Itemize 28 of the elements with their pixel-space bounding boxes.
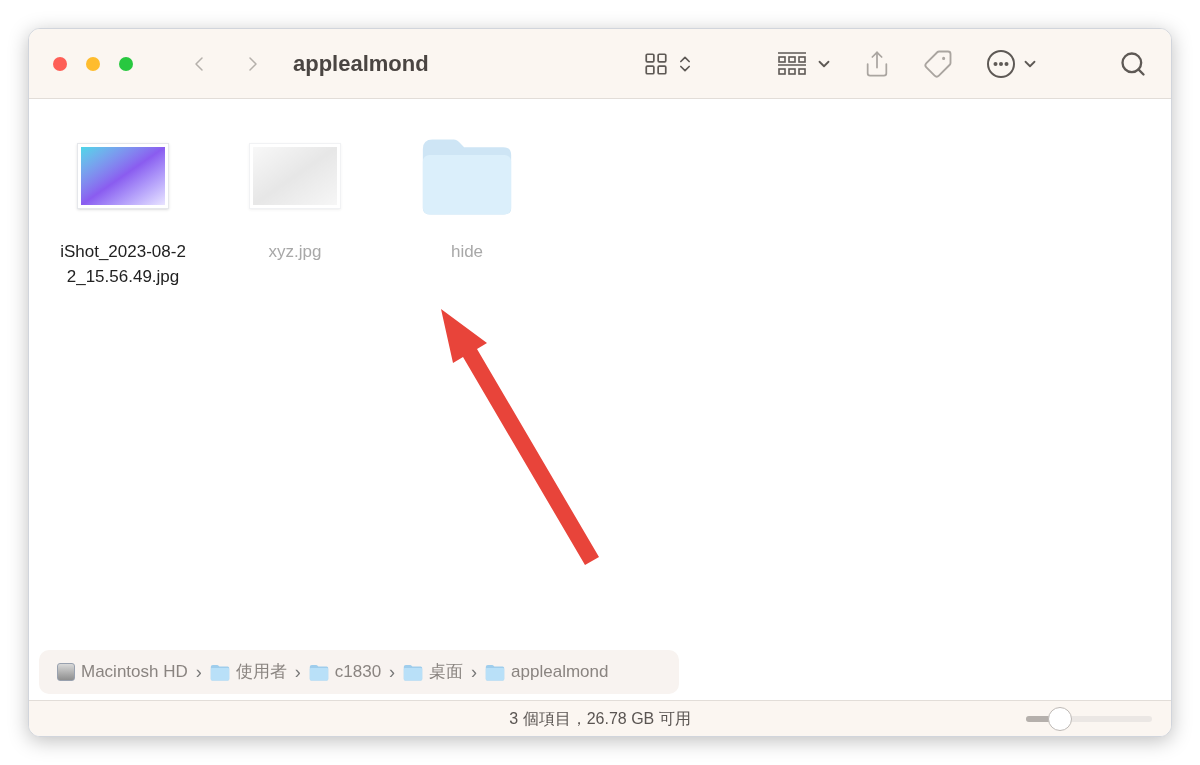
folder-icon — [485, 663, 506, 681]
path-separator: › — [389, 660, 396, 684]
folder-icon — [403, 663, 424, 681]
maximize-button[interactable] — [119, 56, 133, 71]
folder-icon — [209, 663, 230, 681]
status-text: 3 個項目，26.78 GB 可用 — [509, 708, 691, 729]
path-separator: › — [294, 660, 301, 684]
window-title: applealmond — [293, 50, 429, 78]
close-button[interactable] — [53, 56, 67, 71]
tag-icon[interactable] — [923, 48, 953, 79]
grid-view-icon[interactable] — [643, 50, 669, 77]
path-separator: › — [195, 660, 202, 684]
file-name[interactable]: iShot_2023-08-2 2_15.56.49.jpg — [60, 239, 186, 289]
path-item[interactable]: c1830 — [334, 659, 382, 685]
file-name[interactable]: xyz.jpg — [268, 239, 322, 264]
path-item[interactable]: Macintosh HD — [81, 659, 188, 685]
search-icon[interactable] — [1119, 49, 1147, 78]
group-view-icon[interactable] — [777, 50, 807, 77]
path-item[interactable]: 桌面 — [429, 659, 464, 685]
path-item[interactable]: applealmond — [511, 659, 609, 685]
folder-icon — [308, 663, 329, 681]
minimize-button[interactable] — [86, 56, 100, 71]
path-item[interactable]: 使用者 — [235, 659, 287, 685]
zoom-slider-thumb[interactable] — [1048, 707, 1072, 731]
path-separator: › — [471, 660, 478, 684]
file-name[interactable]: hide — [450, 239, 484, 264]
hard-drive-icon — [57, 663, 75, 681]
more-icon[interactable] — [987, 49, 1015, 78]
